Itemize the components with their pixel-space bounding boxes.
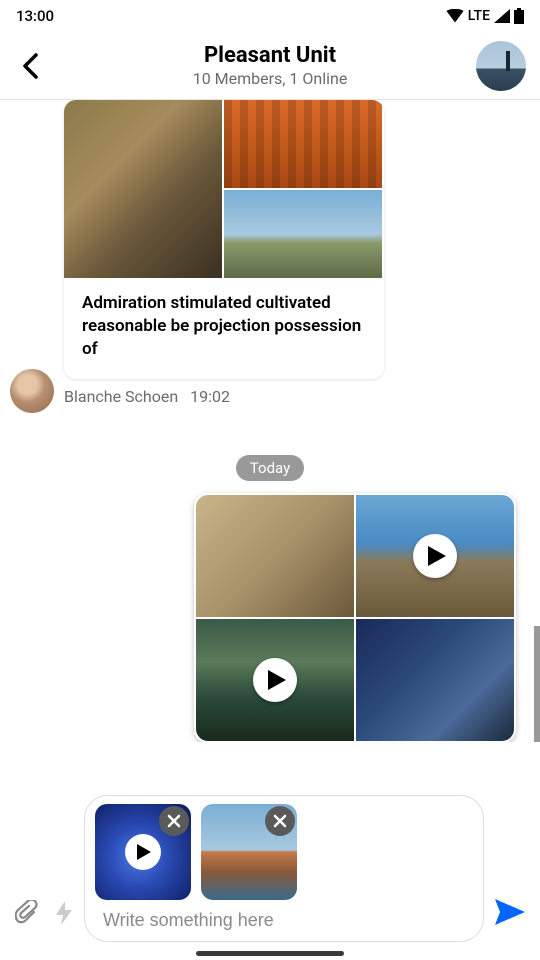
chevron-left-icon (22, 53, 38, 79)
outgoing-message[interactable]: 18:32 (194, 493, 516, 742)
status-time: 13:00 (16, 7, 54, 25)
network-label: LTE (468, 8, 490, 24)
wifi-icon (446, 9, 464, 23)
composer-bubble (84, 795, 484, 942)
status-indicators: LTE (446, 8, 524, 24)
message-text: Admiration stimulated cultivated reasona… (64, 278, 384, 379)
sender-avatar[interactable] (10, 369, 54, 413)
message-list[interactable]: Admiration stimulated cultivated reasona… (0, 100, 540, 742)
back-button[interactable] (10, 46, 50, 86)
send-icon (495, 899, 525, 925)
paperclip-icon (15, 900, 39, 926)
message-image-grid[interactable] (64, 100, 384, 278)
attachment-preview[interactable] (95, 804, 191, 900)
message-image[interactable] (196, 495, 354, 617)
date-separator: Today (0, 455, 540, 481)
message-video[interactable] (356, 495, 514, 617)
scrollbar[interactable] (534, 626, 540, 742)
quick-action-button[interactable] (50, 896, 78, 930)
attachment-preview[interactable] (201, 804, 297, 900)
header-titles[interactable]: Pleasant Unit 10 Members, 1 Online (193, 43, 348, 88)
status-bar: 13:00 LTE (0, 0, 540, 32)
message-image[interactable] (224, 190, 382, 278)
play-icon (253, 658, 297, 702)
chat-title: Pleasant Unit (193, 43, 348, 68)
attach-button[interactable] (10, 896, 44, 930)
message-image[interactable] (64, 100, 222, 278)
play-icon (413, 534, 457, 578)
message-input[interactable] (93, 900, 475, 937)
send-button[interactable] (490, 892, 530, 932)
sender-name: Blanche Schoen (64, 387, 178, 406)
group-avatar[interactable] (476, 41, 526, 91)
message-video[interactable] (196, 619, 354, 741)
attachment-previews (93, 804, 475, 900)
signal-icon (494, 9, 510, 23)
date-chip: Today (236, 455, 304, 481)
play-icon (125, 834, 161, 870)
message-image[interactable] (356, 619, 514, 741)
lightning-icon (56, 901, 72, 925)
composer (0, 795, 540, 942)
home-indicator[interactable] (196, 951, 344, 956)
chat-header: Pleasant Unit 10 Members, 1 Online (0, 32, 540, 100)
close-icon (273, 814, 287, 828)
message-time: 19:02 (190, 387, 230, 406)
remove-attachment-button[interactable] (265, 806, 295, 836)
remove-attachment-button[interactable] (159, 806, 189, 836)
incoming-message[interactable]: Admiration stimulated cultivated reasona… (64, 100, 384, 379)
message-image[interactable] (224, 100, 382, 188)
battery-icon (514, 8, 524, 24)
close-icon (167, 814, 181, 828)
chat-subtitle: 10 Members, 1 Online (193, 69, 348, 88)
